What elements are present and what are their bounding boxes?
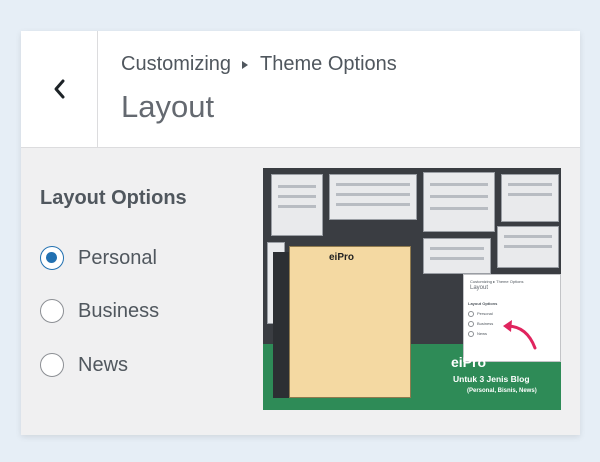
radio-button-personal[interactable]: [40, 246, 64, 270]
radio-label-business: Business: [78, 299, 160, 322]
radio-button-news[interactable]: [40, 353, 64, 377]
promo-tagline-sub: (Personal, Bisnis, News): [467, 388, 537, 394]
product-box-title: eiPro: [329, 252, 355, 263]
radio-option-business[interactable]: Business: [40, 297, 159, 325]
breadcrumb-current: Theme Options: [260, 53, 397, 75]
radio-label-news: News: [78, 353, 129, 376]
screenshot-thumb: [497, 226, 559, 268]
mini-title: Layout: [470, 285, 489, 291]
back-button[interactable]: [21, 31, 98, 147]
breadcrumb: Customizing Theme Options: [121, 53, 397, 76]
breadcrumb-root: Customizing: [121, 53, 232, 75]
mini-option-business: Business: [468, 321, 493, 327]
triangle-right-icon: [241, 60, 249, 70]
radio-option-personal[interactable]: Personal: [40, 244, 157, 272]
mini-option-news: News: [468, 331, 487, 337]
layout-options-heading: Layout Options: [40, 187, 187, 209]
radio-option-news[interactable]: News: [40, 351, 128, 379]
customizer-header: Customizing Theme Options Layout: [21, 31, 580, 148]
promo-brand-sub: Bisa di Gunakan: [491, 356, 539, 362]
screenshot-thumb: [423, 238, 491, 274]
screenshot-thumb: [329, 174, 417, 220]
product-box: [289, 246, 411, 398]
curved-arrow-icon: [503, 320, 537, 350]
screenshot-thumb: [501, 174, 559, 222]
screenshot-thumb: [271, 174, 323, 236]
mini-option-personal: Personal: [468, 311, 493, 317]
chevron-left-icon: [52, 78, 66, 100]
layout-preview-image: eiPro Customizing ▸ Theme Options Layout…: [263, 168, 561, 410]
mini-section-title: Layout Options: [468, 301, 498, 306]
promo-brand: eiPro: [451, 354, 487, 370]
radio-label-personal: Personal: [78, 246, 157, 269]
customizer-panel: Customizing Theme Options Layout Layout …: [21, 31, 580, 435]
screenshot-thumb: [423, 172, 495, 232]
promo-tagline: Untuk 3 Jenis Blog: [453, 374, 530, 384]
section-title-layout: Layout: [121, 89, 215, 124]
mini-breadcrumb: Customizing ▸ Theme Options: [470, 279, 524, 284]
radio-button-business[interactable]: [40, 299, 64, 323]
